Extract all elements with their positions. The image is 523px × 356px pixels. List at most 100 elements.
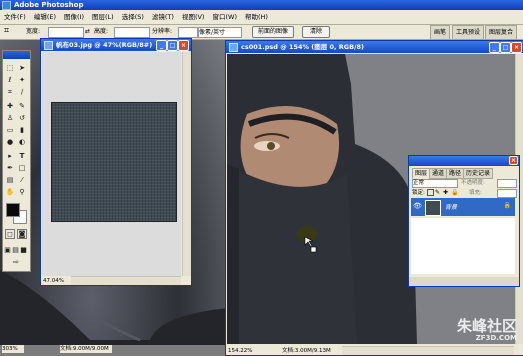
minimize-button[interactable]: _	[489, 42, 500, 53]
lock-all-icon[interactable]: 🔒	[451, 189, 458, 196]
layers-panel-close-button[interactable]: ×	[509, 156, 518, 165]
menu-file[interactable]: 文件(F)	[0, 10, 30, 24]
horizontal-scrollbar[interactable]	[71, 276, 181, 285]
crop-tool-icon[interactable]: ⌗	[4, 27, 9, 36]
maximize-button[interactable]: □	[167, 40, 178, 51]
layers-panel-title-bar[interactable]: ×	[409, 156, 519, 166]
close-button[interactable]: ×	[178, 40, 189, 51]
tab-paths[interactable]: 路径	[446, 168, 465, 179]
opacity-field[interactable]	[497, 179, 517, 188]
document-title: cs001.psd @ 154% (图层 0, RGB/8)	[241, 43, 364, 51]
foreground-color-swatch[interactable]	[6, 203, 20, 217]
clone-stamp-tool-icon[interactable]: ♙	[5, 113, 15, 123]
menu-view[interactable]: 视图(V)	[178, 10, 209, 24]
brush-tool-icon[interactable]: ✎	[17, 101, 27, 111]
gradient-tool-icon[interactable]: ▮	[17, 125, 27, 135]
magic-wand-tool-icon[interactable]: ✦	[17, 75, 27, 85]
pen-tool-icon[interactable]: ✒	[5, 163, 15, 173]
document-title-bar[interactable]: cs001.psd @ 154% (图层 0, RGB/8) _ □ ×	[226, 41, 523, 53]
resolution-unit-select[interactable]: 像素/英寸	[198, 27, 242, 38]
path-selection-tool-icon[interactable]: ▸	[5, 151, 15, 161]
height-field[interactable]	[114, 27, 150, 38]
eraser-tool-icon[interactable]: ▭	[5, 125, 15, 135]
eyedropper-tool-icon[interactable]: ⁄	[17, 175, 27, 185]
menu-filter[interactable]: 滤镜(T)	[148, 10, 178, 24]
blur-tool-icon[interactable]: ●	[5, 137, 15, 147]
zoom-readout[interactable]: 47.04%	[43, 277, 69, 285]
zoom-tool-icon[interactable]: ⚲	[17, 187, 27, 197]
menu-bar: 文件(F) 编辑(E) 图像(I) 图层(L) 选择(S) 滤镜(T) 视图(V) 窗口(W)…	[0, 10, 523, 25]
document-title: 帆布03.jpg @ 47%(RGB/8#)	[56, 41, 153, 49]
minimize-button[interactable]: _	[156, 40, 167, 51]
lock-transparency-icon[interactable]	[427, 189, 434, 196]
tab-channels[interactable]: 通道	[429, 168, 448, 179]
eye-visibility-icon[interactable]: 👁	[413, 202, 422, 210]
document-window-canvas-texture: 帆布03.jpg @ 47%(RGB/8#) _ □ × 47.04%	[40, 38, 192, 286]
menu-select[interactable]: 选择(S)	[118, 10, 148, 24]
dodge-tool-icon[interactable]: ◐	[17, 137, 27, 147]
marquee-tool-icon[interactable]: ⬚	[5, 63, 15, 73]
menu-layer[interactable]: 图层(L)	[88, 10, 118, 24]
well-tab-layer-comps[interactable]: 图层复合	[485, 25, 518, 40]
document-title-bar[interactable]: 帆布03.jpg @ 47%(RGB/8#) _ □ ×	[41, 39, 191, 51]
slice-tool-icon[interactable]: ∕	[17, 87, 27, 97]
blend-mode-select[interactable]: 正常	[412, 179, 458, 188]
healing-brush-tool-icon[interactable]: ✚	[5, 101, 15, 111]
jump-to-imageready-icon[interactable]: ⇨	[11, 257, 21, 267]
layer-lock-icon: 🔒	[503, 202, 511, 209]
watermark-url: ZF3D.COM	[475, 334, 517, 342]
front-image-button[interactable]: 前面的图像	[252, 26, 294, 38]
history-brush-tool-icon[interactable]: ↺	[17, 113, 27, 123]
screen-mode-full-icon[interactable]: ■	[20, 245, 27, 255]
watermark-text: 朱峰社区	[456, 317, 517, 335]
hand-tool-icon[interactable]: ✋	[5, 187, 15, 197]
blend-mode-value: 正常	[413, 180, 425, 186]
app-title: Adobe Photoshop	[14, 1, 84, 9]
notes-tool-icon[interactable]: ▤	[5, 175, 15, 185]
move-tool-icon[interactable]: ➤	[17, 63, 27, 73]
lock-label: 锁定:	[412, 190, 425, 196]
well-tab-brushes[interactable]: 画笔	[430, 25, 451, 40]
photoshop-logo-icon	[2, 1, 11, 10]
resolution-field[interactable]	[178, 27, 198, 38]
layers-empty-area	[411, 218, 515, 274]
opacity-label: 不透明度:	[461, 180, 485, 186]
width-field[interactable]	[48, 27, 84, 38]
lock-image-icon[interactable]: ✎	[435, 189, 440, 196]
type-tool-icon[interactable]: T	[17, 151, 27, 161]
menu-edit[interactable]: 编辑(E)	[30, 10, 60, 24]
canvas-texture-image[interactable]	[51, 102, 177, 222]
vertical-scrollbar[interactable]	[182, 52, 191, 276]
screen-mode-standard-icon[interactable]: ▣	[4, 245, 11, 255]
layer-row-background[interactable]: 👁 背景 🔒	[411, 198, 515, 216]
shape-tool-icon[interactable]: □	[17, 163, 27, 173]
close-button[interactable]: ×	[511, 42, 522, 53]
fill-field[interactable]	[497, 189, 517, 198]
fill-label: 填充:	[469, 190, 482, 196]
menu-window[interactable]: 窗口(W)	[208, 10, 241, 24]
lasso-tool-icon[interactable]: ℓ	[5, 75, 15, 85]
maximize-button[interactable]: □	[500, 42, 511, 53]
lock-position-icon[interactable]: ✚	[443, 189, 448, 196]
background-document-size-readout[interactable]: 文档:9.00M/9.00M	[60, 345, 112, 353]
crop-tool-icon[interactable]: ⌗	[5, 87, 15, 97]
resolution-unit-value: 像素/英寸	[199, 29, 226, 36]
background-zoom-readout[interactable]: 303%	[2, 345, 24, 353]
quick-mask-mode-icon[interactable]: ◙	[17, 229, 27, 239]
width-label: 宽度:	[26, 28, 41, 35]
tab-history[interactable]: 历史记录	[463, 168, 494, 179]
toolbox-panel: ⬚ ➤ ℓ ✦ ⌗ ∕ ✚ ✎ ♙ ↺ ▭ ▮ ● ◐ ▸ T ✒ □ ▤ ⁄ …	[2, 50, 31, 272]
tab-layers[interactable]: 图层	[412, 168, 431, 179]
layers-panel-footer	[409, 277, 519, 286]
resolution-label: 分辨率:	[152, 28, 173, 35]
layer-name[interactable]: 背景	[445, 202, 457, 211]
well-tab-tool-presets[interactable]: 工具预设	[452, 25, 485, 40]
layers-panel: × 图层 通道 路径 历史记录 正常 不透明度: 锁定: ✎ ✚ 🔒 填充: 👁…	[408, 155, 520, 287]
screen-mode-menu-icon[interactable]: ▤	[12, 245, 19, 255]
clear-button[interactable]: 清除	[302, 26, 330, 38]
swap-icon[interactable]: ⇄	[85, 27, 90, 36]
menu-help[interactable]: 帮助(H)	[241, 10, 272, 24]
menu-image[interactable]: 图像(I)	[60, 10, 88, 24]
standard-mode-icon[interactable]: ◻	[5, 229, 15, 239]
toolbox-header[interactable]	[3, 51, 30, 59]
